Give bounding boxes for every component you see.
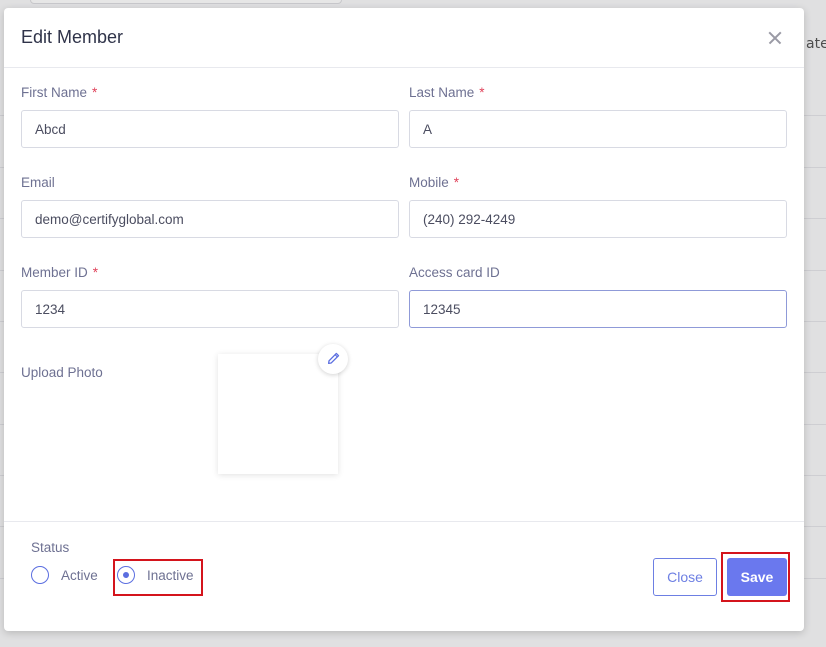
last-name-input[interactable]: A xyxy=(409,110,787,148)
first-name-input[interactable]: Abcd xyxy=(21,110,399,148)
mobile-label: Mobile * xyxy=(409,175,460,190)
upload-photo-label: Upload Photo xyxy=(21,365,103,380)
email-input[interactable]: demo@certifyglobal.com xyxy=(21,200,399,238)
photo-preview[interactable] xyxy=(218,354,338,474)
first-name-field: First Name * Abcd xyxy=(21,84,399,148)
pencil-icon xyxy=(327,350,340,369)
last-name-field: Last Name * A xyxy=(409,84,787,148)
required-marker: * xyxy=(92,85,98,100)
required-marker: * xyxy=(92,265,99,280)
active-radio[interactable] xyxy=(31,566,49,584)
edit-member-modal: Edit Member First Name * Abcd Last Name * … xyxy=(4,8,804,631)
modal-title: Edit Member xyxy=(21,27,124,47)
status-label: Status xyxy=(31,540,70,555)
status-option-active[interactable]: Active xyxy=(31,566,98,584)
last-name-label: Last Name * xyxy=(409,85,485,100)
email-label: Email xyxy=(21,175,55,190)
member-id-input[interactable]: 1234 xyxy=(21,290,399,328)
access-card-id-field: Access card ID 12345 xyxy=(409,264,787,328)
email-field: Email demo@certifyglobal.com xyxy=(21,174,399,238)
active-radio-label: Active xyxy=(61,567,98,583)
access-card-id-input[interactable]: 12345 xyxy=(409,290,787,328)
edit-photo-button[interactable] xyxy=(318,344,348,374)
upload-photo-field: Upload Photo xyxy=(21,364,103,382)
close-button[interactable]: Close xyxy=(653,558,717,596)
save-button[interactable]: Save xyxy=(727,558,787,596)
modal-header: Edit Member xyxy=(4,8,804,68)
member-id-label: Member ID * xyxy=(21,265,99,280)
close-icon[interactable] xyxy=(764,27,786,49)
mobile-input[interactable]: (240) 292-4249 xyxy=(409,200,787,238)
first-name-label: First Name * xyxy=(21,85,98,100)
modal-body: First Name * Abcd Last Name * A Email demo… xyxy=(4,68,804,521)
member-id-field: Member ID * 1234 xyxy=(21,264,399,328)
mobile-field: Mobile * (240) 292-4249 xyxy=(409,174,787,238)
required-marker: * xyxy=(453,175,460,190)
inactive-radio-label: Inactive xyxy=(147,567,194,583)
access-card-id-label: Access card ID xyxy=(409,265,500,280)
required-marker: * xyxy=(479,85,485,100)
modal-footer: Status Active Inactive Close Save xyxy=(4,521,804,631)
inactive-radio[interactable] xyxy=(117,566,135,584)
status-option-inactive[interactable]: Inactive xyxy=(117,566,194,584)
